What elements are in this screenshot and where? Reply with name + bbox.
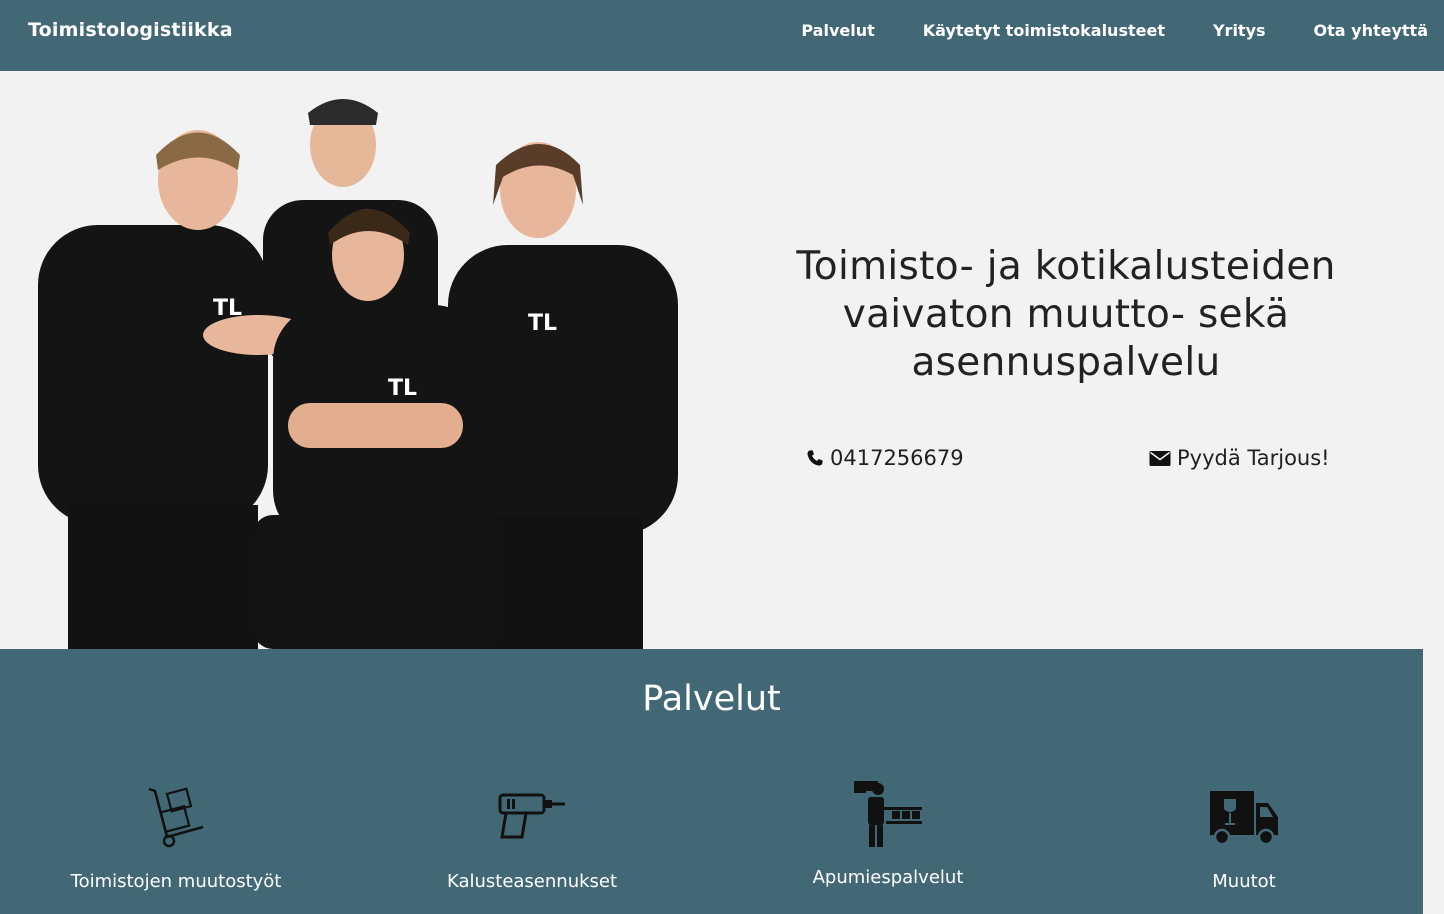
service-label-kalusteasennukset: Kalusteasennukset [446, 871, 618, 892]
team-photo: TL TL TL [38, 99, 678, 649]
top-navbar: Toimistologistiikka Palvelut Käytetyt to… [0, 0, 1444, 71]
moving-truck-icon [1210, 791, 1278, 846]
shirt-logo-text: TL [213, 296, 242, 321]
service-card-muutostyot[interactable]: Toimistojen muutostyöt [26, 779, 326, 899]
brand-logo-link[interactable]: Toimistologistiikka [28, 19, 233, 41]
svg-text:TL: TL [528, 311, 557, 336]
phone-link[interactable]: 0417256679 [806, 446, 964, 470]
service-card-muutot[interactable]: Muutot [1094, 779, 1394, 899]
nav-link-kaytetyt-kalusteet[interactable]: Käytetyt toimistokalusteet [923, 21, 1165, 40]
services-title: Palvelut [642, 679, 781, 719]
nav-link-yritys[interactable]: Yritys [1213, 21, 1266, 40]
phone-icon [807, 450, 823, 466]
phone-number: 0417256679 [830, 446, 964, 470]
main-nav: Palvelut Käytetyt toimistokalusteet Yrit… [801, 21, 1428, 40]
nav-link-ota-yhteytta[interactable]: Ota yhteyttä [1314, 21, 1428, 40]
hand-truck-icon [148, 787, 204, 848]
request-quote-link[interactable]: Pyydä Tarjous! [1149, 446, 1330, 470]
service-label-muutostyot: Toimistojen muutostyöt [70, 871, 282, 892]
request-quote-label: Pyydä Tarjous! [1177, 446, 1330, 470]
page-edge [1423, 649, 1444, 914]
drill-icon [498, 793, 565, 839]
service-label-apumiespalvelut: Apumiespalvelut [812, 867, 964, 888]
service-card-apumiespalvelut[interactable]: Apumiespalvelut [738, 779, 1038, 899]
service-label-muutot: Muutot [1212, 871, 1276, 892]
nav-link-palvelut[interactable]: Palvelut [801, 21, 874, 40]
hero-headline: Toimisto- ja kotikalusteiden vaivaton mu… [796, 244, 1336, 385]
hero-section: TL TL TL Toimisto- ja kotikalusteiden va… [0, 71, 1444, 649]
envelope-icon [1149, 450, 1171, 466]
service-card-kalusteasennukset[interactable]: Kalusteasennukset [382, 779, 682, 899]
svg-text:TL: TL [388, 376, 417, 401]
worker-icon [854, 781, 922, 847]
services-section: Palvelut Toimistojen muutostyöt Kalustea… [0, 649, 1423, 914]
